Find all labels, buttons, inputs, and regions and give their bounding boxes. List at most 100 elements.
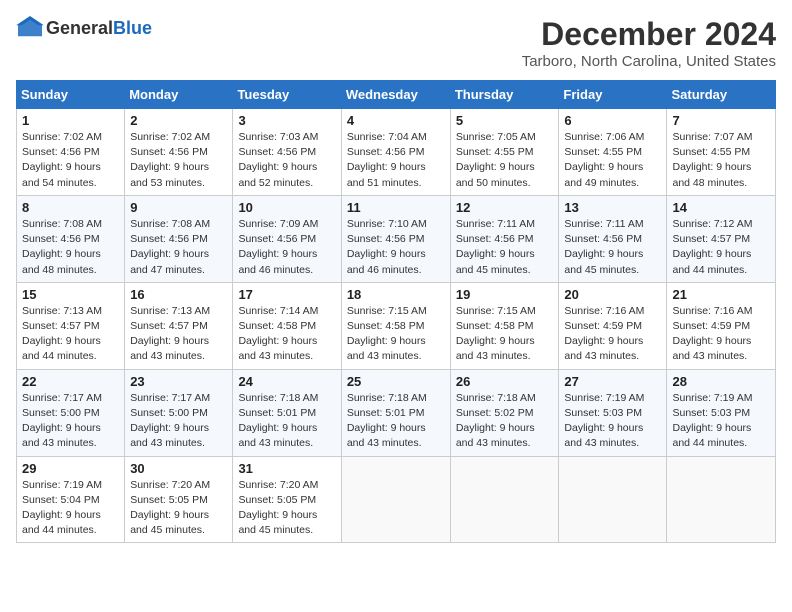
day-info: Sunrise: 7:04 AMSunset: 4:56 PMDaylight:… <box>347 130 445 191</box>
calendar-day-cell: 30 Sunrise: 7:20 AMSunset: 5:05 PMDaylig… <box>125 456 233 543</box>
calendar-week-row: 8 Sunrise: 7:08 AMSunset: 4:56 PMDayligh… <box>17 195 776 282</box>
day-info: Sunrise: 7:18 AMSunset: 5:02 PMDaylight:… <box>456 391 554 452</box>
day-number: 11 <box>347 200 445 215</box>
day-number: 29 <box>22 461 119 476</box>
day-number: 5 <box>456 113 554 128</box>
day-info: Sunrise: 7:20 AMSunset: 5:05 PMDaylight:… <box>130 478 227 539</box>
calendar-day-cell: 24 Sunrise: 7:18 AMSunset: 5:01 PMDaylig… <box>233 369 341 456</box>
day-info: Sunrise: 7:16 AMSunset: 4:59 PMDaylight:… <box>564 304 661 365</box>
calendar-day-cell: 31 Sunrise: 7:20 AMSunset: 5:05 PMDaylig… <box>233 456 341 543</box>
day-number: 20 <box>564 287 661 302</box>
day-info: Sunrise: 7:13 AMSunset: 4:57 PMDaylight:… <box>22 304 119 365</box>
day-number: 28 <box>672 374 770 389</box>
day-number: 26 <box>456 374 554 389</box>
calendar-day-header: Sunday <box>17 81 125 109</box>
day-number: 2 <box>130 113 227 128</box>
day-info: Sunrise: 7:11 AMSunset: 4:56 PMDaylight:… <box>456 217 554 278</box>
day-number: 10 <box>238 200 335 215</box>
calendar-week-row: 1 Sunrise: 7:02 AMSunset: 4:56 PMDayligh… <box>17 109 776 196</box>
day-info: Sunrise: 7:03 AMSunset: 4:56 PMDaylight:… <box>238 130 335 191</box>
day-info: Sunrise: 7:02 AMSunset: 4:56 PMDaylight:… <box>22 130 119 191</box>
calendar-day-cell: 19 Sunrise: 7:15 AMSunset: 4:58 PMDaylig… <box>450 282 559 369</box>
calendar-table: SundayMondayTuesdayWednesdayThursdayFrid… <box>16 80 776 543</box>
day-info: Sunrise: 7:20 AMSunset: 5:05 PMDaylight:… <box>238 478 335 539</box>
calendar-day-cell: 7 Sunrise: 7:07 AMSunset: 4:55 PMDayligh… <box>667 109 776 196</box>
day-number: 23 <box>130 374 227 389</box>
day-number: 21 <box>672 287 770 302</box>
day-info: Sunrise: 7:15 AMSunset: 4:58 PMDaylight:… <box>456 304 554 365</box>
day-info: Sunrise: 7:19 AMSunset: 5:03 PMDaylight:… <box>564 391 661 452</box>
logo: GeneralBlue <box>16 16 152 40</box>
calendar-day-cell: 5 Sunrise: 7:05 AMSunset: 4:55 PMDayligh… <box>450 109 559 196</box>
logo-blue: Blue <box>113 18 152 38</box>
day-info: Sunrise: 7:11 AMSunset: 4:56 PMDaylight:… <box>564 217 661 278</box>
calendar-day-header: Wednesday <box>341 81 450 109</box>
day-number: 1 <box>22 113 119 128</box>
calendar-day-cell: 23 Sunrise: 7:17 AMSunset: 5:00 PMDaylig… <box>125 369 233 456</box>
calendar-day-cell: 21 Sunrise: 7:16 AMSunset: 4:59 PMDaylig… <box>667 282 776 369</box>
day-number: 18 <box>347 287 445 302</box>
title-block: December 2024 Tarboro, North Carolina, U… <box>522 16 776 70</box>
day-number: 24 <box>238 374 335 389</box>
day-info: Sunrise: 7:02 AMSunset: 4:56 PMDaylight:… <box>130 130 227 191</box>
day-number: 14 <box>672 200 770 215</box>
day-info: Sunrise: 7:07 AMSunset: 4:55 PMDaylight:… <box>672 130 770 191</box>
day-info: Sunrise: 7:15 AMSunset: 4:58 PMDaylight:… <box>347 304 445 365</box>
calendar-day-cell: 12 Sunrise: 7:11 AMSunset: 4:56 PMDaylig… <box>450 195 559 282</box>
calendar-day-cell: 28 Sunrise: 7:19 AMSunset: 5:03 PMDaylig… <box>667 369 776 456</box>
calendar-day-cell: 20 Sunrise: 7:16 AMSunset: 4:59 PMDaylig… <box>559 282 667 369</box>
calendar-day-header: Friday <box>559 81 667 109</box>
day-number: 12 <box>456 200 554 215</box>
day-number: 4 <box>347 113 445 128</box>
day-info: Sunrise: 7:10 AMSunset: 4:56 PMDaylight:… <box>347 217 445 278</box>
calendar-day-cell: 4 Sunrise: 7:04 AMSunset: 4:56 PMDayligh… <box>341 109 450 196</box>
day-number: 25 <box>347 374 445 389</box>
calendar-day-cell: 11 Sunrise: 7:10 AMSunset: 4:56 PMDaylig… <box>341 195 450 282</box>
calendar-day-cell: 13 Sunrise: 7:11 AMSunset: 4:56 PMDaylig… <box>559 195 667 282</box>
day-number: 17 <box>238 287 335 302</box>
day-number: 16 <box>130 287 227 302</box>
day-number: 30 <box>130 461 227 476</box>
generalblue-logo-icon <box>16 16 44 40</box>
day-number: 13 <box>564 200 661 215</box>
calendar-day-cell <box>667 456 776 543</box>
calendar-day-cell: 10 Sunrise: 7:09 AMSunset: 4:56 PMDaylig… <box>233 195 341 282</box>
day-info: Sunrise: 7:09 AMSunset: 4:56 PMDaylight:… <box>238 217 335 278</box>
calendar-day-cell: 18 Sunrise: 7:15 AMSunset: 4:58 PMDaylig… <box>341 282 450 369</box>
calendar-day-cell <box>450 456 559 543</box>
day-info: Sunrise: 7:18 AMSunset: 5:01 PMDaylight:… <box>238 391 335 452</box>
day-info: Sunrise: 7:13 AMSunset: 4:57 PMDaylight:… <box>130 304 227 365</box>
day-info: Sunrise: 7:17 AMSunset: 5:00 PMDaylight:… <box>22 391 119 452</box>
calendar-week-row: 22 Sunrise: 7:17 AMSunset: 5:00 PMDaylig… <box>17 369 776 456</box>
day-number: 27 <box>564 374 661 389</box>
day-info: Sunrise: 7:18 AMSunset: 5:01 PMDaylight:… <box>347 391 445 452</box>
calendar-header-row: SundayMondayTuesdayWednesdayThursdayFrid… <box>17 81 776 109</box>
calendar-week-row: 29 Sunrise: 7:19 AMSunset: 5:04 PMDaylig… <box>17 456 776 543</box>
day-info: Sunrise: 7:08 AMSunset: 4:56 PMDaylight:… <box>130 217 227 278</box>
calendar-day-cell: 3 Sunrise: 7:03 AMSunset: 4:56 PMDayligh… <box>233 109 341 196</box>
day-info: Sunrise: 7:06 AMSunset: 4:55 PMDaylight:… <box>564 130 661 191</box>
calendar-day-cell: 15 Sunrise: 7:13 AMSunset: 4:57 PMDaylig… <box>17 282 125 369</box>
location: Tarboro, North Carolina, United States <box>522 53 776 70</box>
calendar-day-cell <box>341 456 450 543</box>
day-info: Sunrise: 7:19 AMSunset: 5:03 PMDaylight:… <box>672 391 770 452</box>
calendar-day-cell: 16 Sunrise: 7:13 AMSunset: 4:57 PMDaylig… <box>125 282 233 369</box>
month-title: December 2024 <box>522 16 776 53</box>
calendar-day-header: Thursday <box>450 81 559 109</box>
calendar-day-header: Saturday <box>667 81 776 109</box>
day-number: 22 <box>22 374 119 389</box>
day-info: Sunrise: 7:16 AMSunset: 4:59 PMDaylight:… <box>672 304 770 365</box>
calendar-day-cell: 9 Sunrise: 7:08 AMSunset: 4:56 PMDayligh… <box>125 195 233 282</box>
day-number: 7 <box>672 113 770 128</box>
day-info: Sunrise: 7:19 AMSunset: 5:04 PMDaylight:… <box>22 478 119 539</box>
day-number: 15 <box>22 287 119 302</box>
logo-general: General <box>46 18 113 38</box>
day-info: Sunrise: 7:12 AMSunset: 4:57 PMDaylight:… <box>672 217 770 278</box>
day-number: 8 <box>22 200 119 215</box>
calendar-day-cell: 8 Sunrise: 7:08 AMSunset: 4:56 PMDayligh… <box>17 195 125 282</box>
day-info: Sunrise: 7:17 AMSunset: 5:00 PMDaylight:… <box>130 391 227 452</box>
logo-text: GeneralBlue <box>46 18 152 39</box>
calendar-day-cell: 26 Sunrise: 7:18 AMSunset: 5:02 PMDaylig… <box>450 369 559 456</box>
calendar-day-cell: 29 Sunrise: 7:19 AMSunset: 5:04 PMDaylig… <box>17 456 125 543</box>
calendar-day-cell: 22 Sunrise: 7:17 AMSunset: 5:00 PMDaylig… <box>17 369 125 456</box>
